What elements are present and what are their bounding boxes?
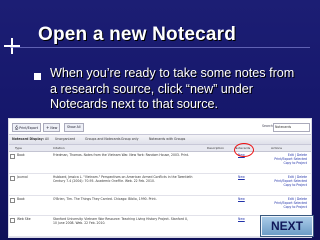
column-header: Description: [207, 146, 225, 150]
new-notecard-link[interactable]: New: [238, 197, 245, 201]
row-citation: Stanford University. Vietnam War Resourc…: [53, 217, 189, 226]
bullet-line: Notecards next to that source.: [50, 97, 219, 112]
bullet-line: When you’re ready to take some notes fro…: [50, 66, 295, 80]
display-label: Notecard Display:: [12, 137, 44, 141]
column-header: Citation: [53, 146, 65, 150]
row-citation: O'Brien, Tim. The Things They Carried. C…: [53, 197, 157, 201]
row-citation: Hubbard, Jessica L. "Vietnam." Perspecti…: [53, 175, 193, 184]
row-action-copy[interactable]: Copy to Project: [263, 183, 307, 187]
row-type: Web Site: [17, 217, 31, 221]
row-action-copy[interactable]: Copy to Project: [263, 205, 307, 209]
plus-icon: +: [46, 125, 50, 130]
row-type: Book: [17, 153, 25, 157]
display-all-option[interactable]: All: [45, 135, 49, 144]
notecard-display-bar: Notecard Display: All Unorganized Groups…: [9, 134, 311, 145]
print-export-button[interactable]: ⎙ Print/Export: [12, 123, 42, 132]
bullet-line: a research source, click “new” under: [50, 81, 253, 96]
title-divider: [10, 47, 310, 48]
column-header: Type: [15, 146, 22, 150]
row-citation: Friedman, Thomas. Notes from the Vietnam…: [53, 153, 189, 157]
highlight-circle: [234, 143, 254, 157]
row-type: Book: [17, 197, 25, 201]
new-notecard-button[interactable]: + New: [43, 123, 61, 132]
row-action-copy[interactable]: Copy to Project: [263, 161, 307, 165]
show-all-button[interactable]: Show All: [64, 123, 84, 132]
printer-icon: ⎙: [15, 125, 19, 130]
row-checkbox[interactable]: [10, 176, 15, 181]
display-group-only-option[interactable]: Group only: [121, 135, 138, 144]
display-unorganized-option[interactable]: Unorganized: [55, 135, 75, 144]
table-row: Book O'Brien, Tim. The Things They Carri…: [9, 196, 311, 216]
bullet-square-icon: [34, 73, 41, 80]
search-input[interactable]: Notecards: [273, 123, 310, 132]
row-checkbox[interactable]: [10, 198, 15, 203]
display-layout-option[interactable]: Notecards with Groups: [149, 135, 185, 144]
slide-title: Open a new Notecard: [38, 24, 237, 45]
search-label: Search: [262, 124, 273, 128]
column-header: Actions: [271, 146, 282, 150]
row-checkbox[interactable]: [10, 154, 15, 159]
new-notecard-link[interactable]: New: [238, 217, 245, 221]
row-checkbox[interactable]: [10, 218, 15, 223]
table-row: Journal Hubbard, Jessica L. "Vietnam." P…: [9, 174, 311, 196]
new-notecard-link[interactable]: New: [238, 175, 245, 179]
sparkle-icon: [4, 38, 20, 54]
table-header: Type Citation Description Notecards Acti…: [9, 145, 311, 152]
slide-bullet-text: When you’re ready to take some notes fro…: [50, 66, 315, 113]
next-button[interactable]: NEXT: [261, 216, 313, 236]
table-row: Book Friedman, Thomas. Notes from the Vi…: [9, 152, 311, 174]
display-groups-option[interactable]: Groups and Notecards: [85, 135, 121, 144]
row-type: Journal: [17, 175, 28, 179]
